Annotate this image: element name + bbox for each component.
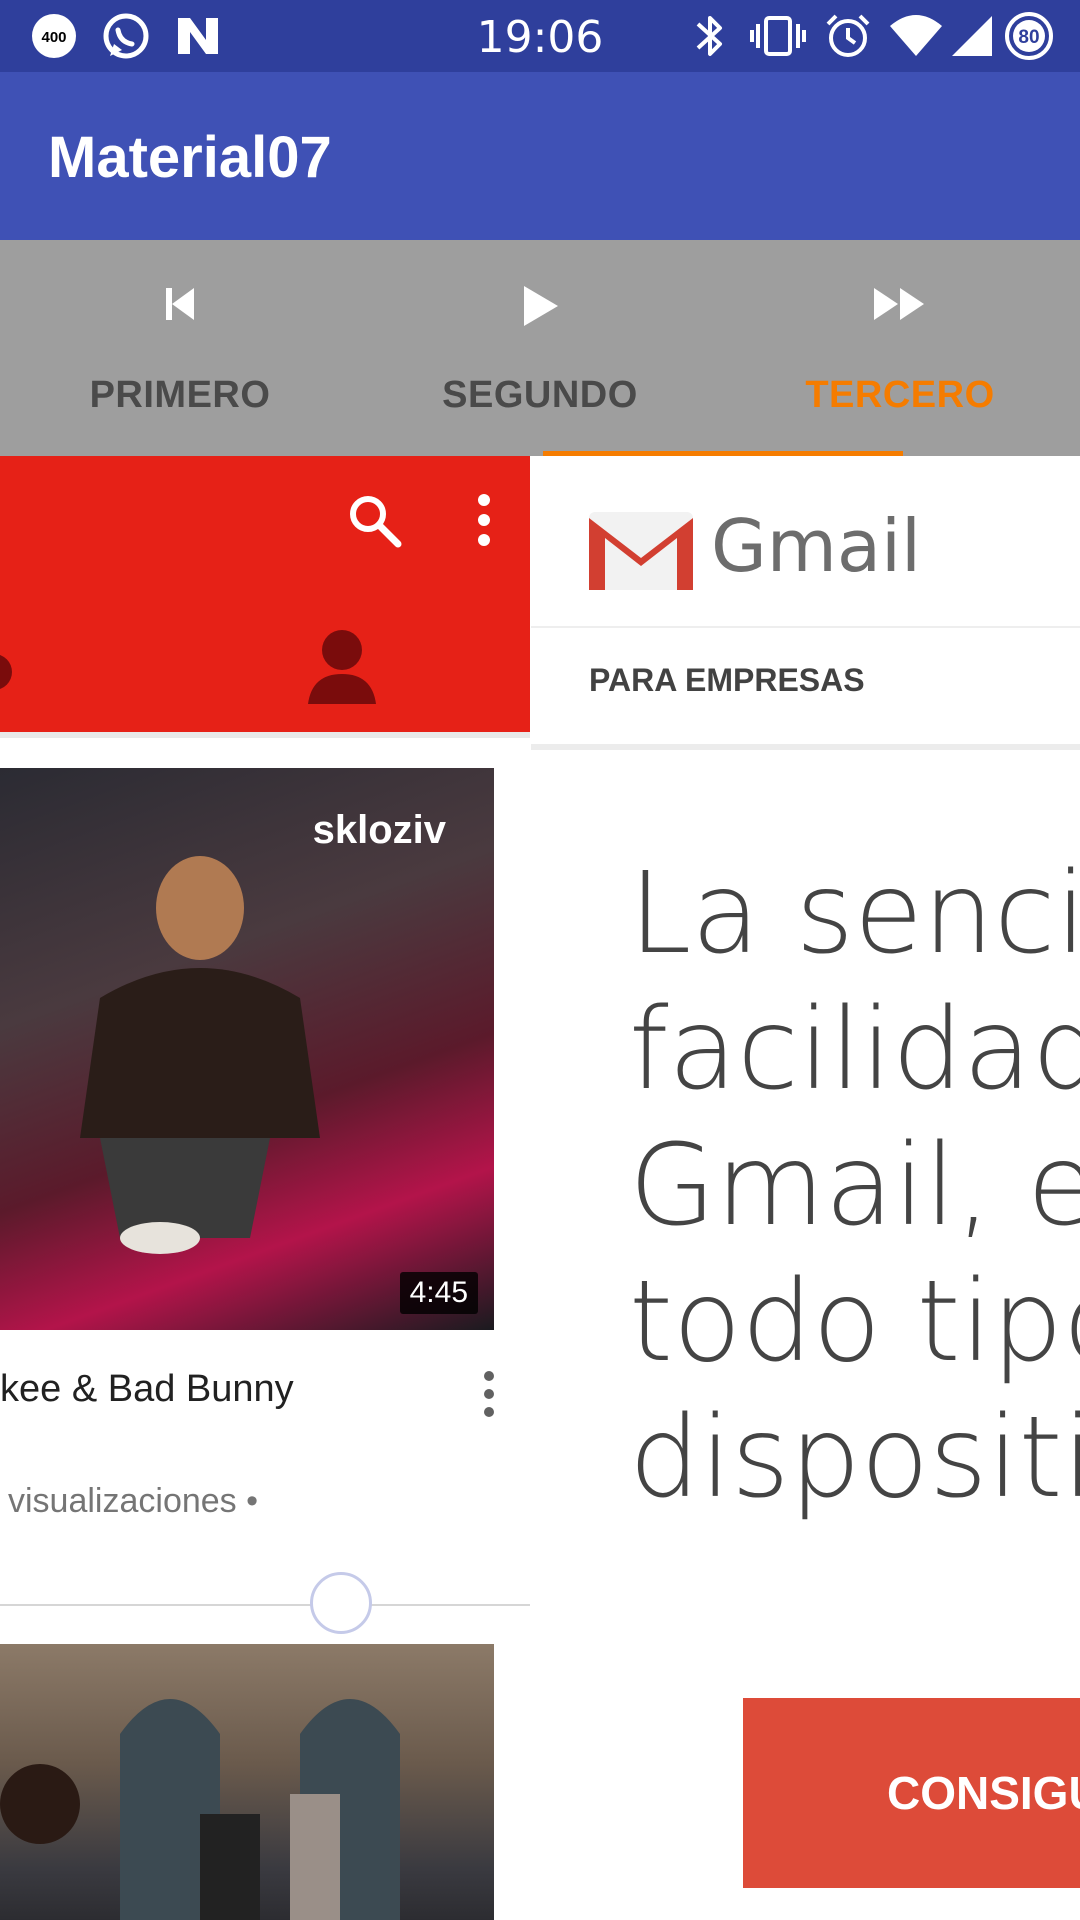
hero-line: todo tipo bbox=[629, 1257, 1080, 1387]
app-bar: Material07 bbox=[0, 72, 1080, 240]
tab-primero[interactable]: PRIMERO bbox=[0, 240, 360, 456]
tab-bar: PRIMERO SEGUNDO TERCERO bbox=[0, 240, 1080, 456]
hero-line: facilidad c bbox=[629, 985, 1080, 1115]
search-icon[interactable] bbox=[344, 490, 404, 555]
video-meta: visualizaciones • bbox=[8, 1482, 259, 1520]
cta-label: CONSIGU bbox=[887, 1767, 1080, 1819]
more-vert-icon[interactable] bbox=[470, 490, 498, 555]
svg-text:80: 80 bbox=[1018, 27, 1039, 48]
video-duration: 4:45 bbox=[399, 1272, 478, 1314]
video-thumbnail[interactable]: skloziv 4:45 bbox=[0, 768, 494, 1330]
divider bbox=[0, 1604, 530, 1606]
signal-icon bbox=[948, 10, 996, 67]
gmail-header: Gmail bbox=[531, 456, 1080, 626]
vibrate-icon bbox=[748, 10, 808, 67]
tab-label: SEGUNDO bbox=[442, 374, 638, 416]
gmail-subheader[interactable]: PARA EMPRESAS bbox=[589, 662, 865, 699]
divider bbox=[531, 744, 1080, 750]
youtube-header bbox=[0, 456, 530, 732]
gmail-panel[interactable]: Gmail PARA EMPRESAS La sencille facilida… bbox=[531, 456, 1080, 1920]
tab-tercero[interactable]: TERCERO bbox=[720, 240, 1080, 456]
hero-line: La sencille bbox=[629, 849, 1080, 979]
hero-line: dispositiv bbox=[629, 1393, 1080, 1523]
video-more-icon[interactable] bbox=[478, 1368, 500, 1425]
alarm-icon bbox=[822, 10, 874, 67]
home-tab-icon[interactable] bbox=[0, 650, 16, 699]
video-thumbnail[interactable] bbox=[0, 1644, 494, 1920]
skip-previous-icon bbox=[0, 284, 360, 329]
account-icon[interactable] bbox=[306, 626, 378, 711]
divider bbox=[531, 626, 1080, 628]
brand-watermark: skloziv bbox=[312, 808, 446, 852]
bluetooth-icon bbox=[690, 10, 730, 67]
status-bar: 400 19:06 80 bbox=[0, 0, 1080, 72]
tab-label: PRIMERO bbox=[89, 374, 271, 416]
gmail-logo-icon bbox=[589, 512, 693, 595]
battery-icon: 80 bbox=[1002, 10, 1056, 67]
gmail-hero-text: La sencille facilidad c Gmail, en todo t… bbox=[629, 846, 1080, 1526]
arches-scene bbox=[0, 1644, 494, 1920]
fast-forward-icon bbox=[720, 284, 1080, 329]
wifi-icon bbox=[888, 10, 944, 67]
get-gmail-button[interactable]: CONSIGU bbox=[743, 1698, 1080, 1888]
app-title: Material07 bbox=[48, 125, 332, 190]
youtube-panel[interactable]: skloziv 4:45 kee & Bad Bunny visualizaci… bbox=[0, 456, 530, 1920]
performer-figure bbox=[40, 838, 340, 1263]
hero-line: Gmail, en bbox=[629, 1121, 1080, 1251]
tab-segundo[interactable]: SEGUNDO bbox=[360, 240, 720, 456]
divider bbox=[0, 732, 530, 738]
tab-label: TERCERO bbox=[805, 374, 995, 416]
gmail-logo-text: Gmail bbox=[711, 504, 922, 588]
video-title[interactable]: kee & Bad Bunny bbox=[0, 1368, 294, 1411]
loading-spinner bbox=[310, 1572, 372, 1634]
play-icon bbox=[360, 284, 720, 333]
